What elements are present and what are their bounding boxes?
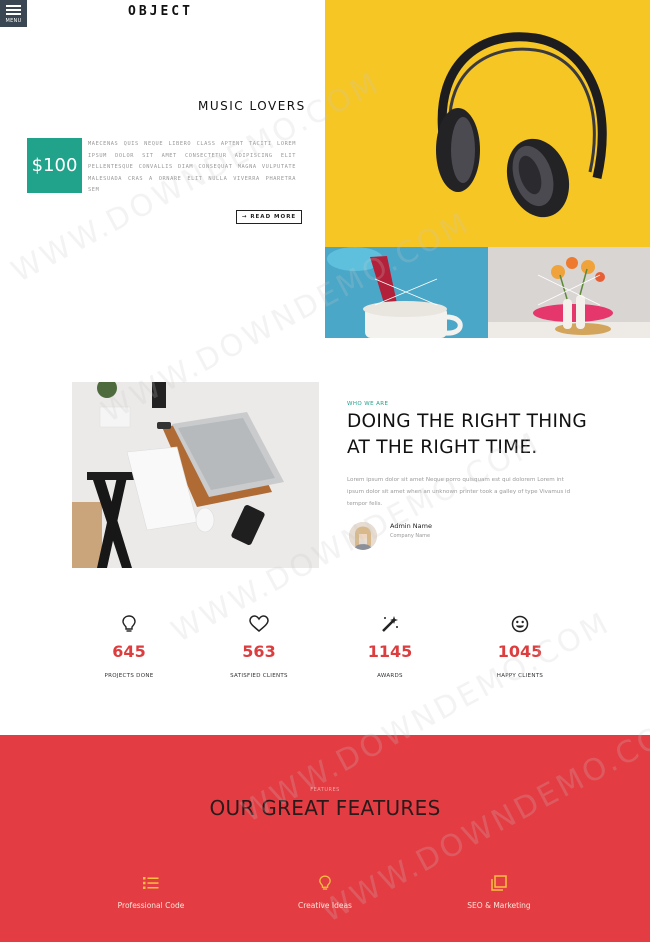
stat-projects-done: 645 PROJECTS DONE	[84, 613, 174, 679]
hero-description: MAECENAS QUIS NEQUE LIBERO CLASS APTENT …	[88, 141, 296, 194]
feature-label: SEO & Marketing	[467, 901, 531, 910]
features-title: OUR GREAT FEATURES	[209, 796, 441, 820]
menu-label: MENU	[5, 18, 22, 24]
read-more-button[interactable]: → READ MORE	[236, 210, 302, 224]
lightbulb-icon	[84, 613, 174, 635]
features-section: FEATURES OUR GREAT FEATURES Professional…	[0, 735, 650, 942]
company-name: Company Name	[390, 533, 431, 539]
feature-professional-code[interactable]: Professional Code	[81, 873, 221, 910]
magic-wand-icon	[345, 613, 435, 635]
stat-label: AWARDS	[377, 673, 403, 679]
features-subtitle: FEATURES	[310, 787, 340, 793]
site-logo[interactable]: OBJECT	[128, 4, 193, 19]
feature-seo-marketing[interactable]: SEO & Marketing	[429, 873, 569, 910]
heart-icon	[214, 613, 304, 635]
flowers-image	[488, 247, 650, 338]
lightbulb-icon	[255, 873, 395, 893]
feature-creative-ideas[interactable]: Creative Ideas	[255, 873, 395, 910]
smiley-icon	[475, 613, 565, 635]
stat-value: 1145	[367, 642, 413, 661]
copy-icon	[429, 873, 569, 893]
stat-awards: 1145 AWARDS	[345, 613, 435, 679]
hero-title: MUSIC LOVERS	[198, 99, 306, 113]
headphones-image	[325, 0, 650, 247]
stat-satisfied-clients: 563 SATISFIED CLIENTS	[214, 613, 304, 679]
price-badge: $100	[27, 138, 82, 193]
stat-happy-clients: 1045 HAPPY CLIENTS	[475, 613, 565, 679]
stat-label: PROJECTS DONE	[104, 673, 154, 679]
admin-name: Admin Name	[390, 522, 432, 530]
feature-label: Professional Code	[117, 901, 185, 910]
avatar	[349, 522, 377, 550]
list-icon	[81, 873, 221, 893]
stat-value: 645	[112, 642, 146, 661]
stat-value: 1045	[497, 642, 543, 661]
desk-laptop-image	[72, 382, 319, 568]
about-text: Lorem ipsum dolor sit amet Neque porro q…	[347, 477, 571, 507]
stat-label: SATISFIED CLIENTS	[230, 673, 288, 679]
feature-label: Creative Ideas	[298, 901, 352, 910]
about-title: DOING THE RIGHT THING AT THE RIGHT TIME.	[347, 411, 587, 458]
who-we-are-label: WHO WE ARE	[347, 401, 389, 407]
stat-label: HAPPY CLIENTS	[496, 673, 544, 679]
hamburger-icon	[6, 3, 21, 17]
stat-value: 563	[242, 642, 276, 661]
menu-button[interactable]: MENU	[0, 0, 27, 27]
teacup-image	[325, 247, 488, 338]
